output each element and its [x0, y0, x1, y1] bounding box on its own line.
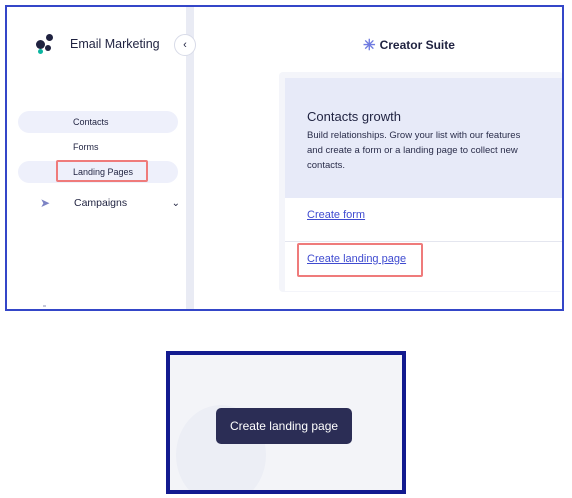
creator-suite-title: ✳ Creator Suite — [363, 36, 455, 54]
send-icon: ➤ — [40, 196, 51, 210]
brand-name: Email Marketing — [70, 37, 160, 51]
sidebar-scroll-marker — [43, 305, 46, 307]
divider — [285, 241, 562, 242]
card-title: Contacts growth — [307, 109, 401, 124]
app-screenshot: Email Marketing ‹ Contacts Forms Landing… — [7, 7, 562, 309]
brand: Email Marketing — [36, 34, 160, 54]
sidebar-item-label: Campaigns — [74, 197, 128, 209]
sidebar-item-campaigns[interactable]: ➤ Campaigns ⌄ — [40, 193, 180, 213]
suite-name: Creator Suite — [379, 38, 455, 52]
sidebar-item-label: Forms — [73, 142, 99, 152]
sidebar-item-label: Contacts — [73, 117, 109, 127]
create-form-link[interactable]: Create form — [307, 209, 365, 221]
card-description: Build relationships. Grow your list with… — [307, 130, 521, 171]
brand-logo-icon — [36, 34, 56, 54]
sidebar-item-contacts[interactable]: Contacts — [18, 111, 178, 133]
collapse-sidebar-button[interactable]: ‹ — [174, 34, 196, 56]
create-landing-page-button[interactable]: Create landing page — [216, 408, 352, 444]
highlight-box-landing-pages — [56, 160, 148, 182]
chevron-left-icon: ‹ — [183, 39, 187, 51]
chevron-down-icon: ⌄ — [171, 197, 180, 209]
sparkle-icon: ✳ — [363, 37, 376, 54]
sidebar-item-forms[interactable]: Forms — [18, 136, 178, 158]
highlight-box-create-landing-page — [297, 243, 423, 277]
